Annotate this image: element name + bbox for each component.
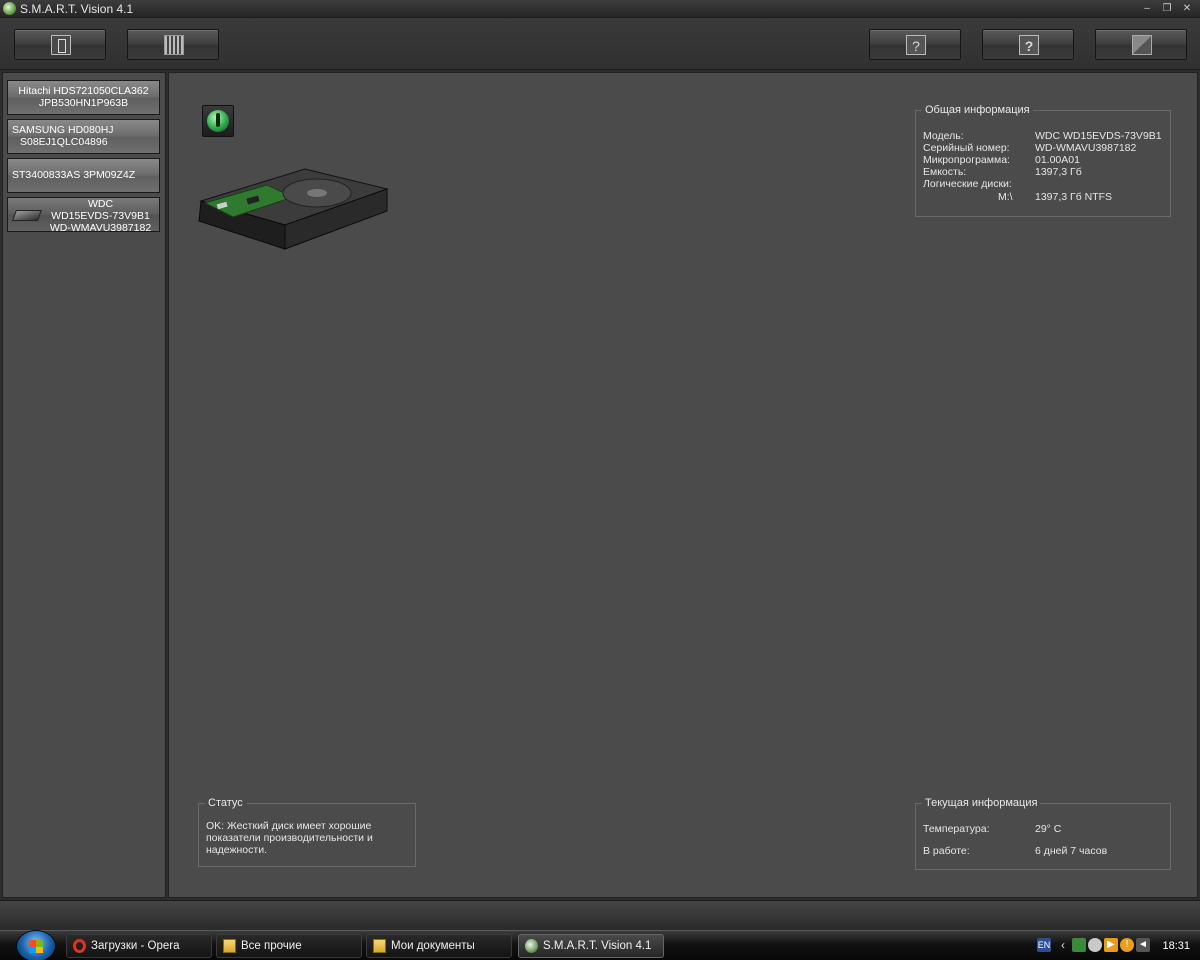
chip-icon (164, 35, 184, 55)
restore-button[interactable]: ❐ (1160, 2, 1174, 15)
uptime-label: В работе: (923, 845, 970, 857)
disk-serial: S08EJ1QLC04896 (20, 136, 108, 148)
task-label: Загрузки - Opera (91, 940, 180, 952)
status-bar (0, 900, 1200, 930)
health-status-icon (202, 105, 234, 137)
task-label: Мои документы (391, 940, 475, 952)
drive-icon (51, 35, 71, 55)
book-help-icon: ? (906, 35, 926, 55)
disk-info-button[interactable] (14, 29, 106, 60)
disk-serial: JPB530HN1P963B (38, 97, 129, 109)
current-info-legend: Текущая информация (925, 797, 1038, 809)
general-info-group: Общая информация Модель: WDC WD15EVDS-73… (915, 104, 1171, 217)
disk-model: SAMSUNG HD080HJ (12, 124, 114, 136)
serial-value: WD-WMAVU3987182 (1035, 142, 1137, 154)
system-tray: EN ‹ ▶ ! ◄ 18:31 (1032, 933, 1200, 959)
logical-drive-value: 1397,3 Гб NTFS (1035, 191, 1113, 203)
disk-model: WD15EVDS-73V9B1 (51, 210, 150, 222)
firmware-label: Микропрограмма: (923, 154, 1010, 166)
folder-icon (223, 939, 236, 953)
clock[interactable]: 18:31 (1162, 940, 1190, 952)
current-info-group: Текущая информация Температура: 29° C В … (915, 797, 1171, 870)
model-value: WDC WD15EVDS-73V9B1 (1035, 130, 1162, 142)
task-label: S.M.A.R.T. Vision 4.1 (543, 940, 652, 952)
toolbar: ? ? (0, 18, 1200, 70)
uptime-value: 6 дней 7 часов (1035, 845, 1108, 857)
smart-attributes-button[interactable] (127, 29, 219, 60)
settings-tray-icon[interactable] (1088, 938, 1102, 952)
disk-item[interactable]: ST3400833AS 3PM09Z4Z (7, 158, 160, 193)
volume-icon[interactable]: ◄ (1136, 938, 1150, 952)
folder-icon (373, 939, 386, 953)
minimize-button[interactable]: ‒ (1140, 2, 1154, 15)
capacity-value: 1397,3 Гб (1035, 166, 1082, 178)
serial-label: Серийный номер: (923, 142, 1010, 154)
media-player-icon[interactable]: ▶ (1104, 938, 1118, 952)
model-label: Модель: (923, 130, 964, 142)
taskbar-item-folder[interactable]: Все прочие (216, 934, 362, 958)
disk-model: Hitachi HDS721050CLA362 (18, 85, 149, 97)
taskbar: Загрузки - Opera Все прочие Мои документ… (0, 930, 1200, 960)
temperature-label: Температура: (923, 823, 990, 835)
disk-serial: WD-WMAVU3987182 (49, 222, 152, 232)
question-icon: ? (1019, 35, 1039, 55)
capacity-label: Емкость: (923, 166, 967, 178)
tray-expand-icon[interactable]: ‹ (1056, 938, 1070, 952)
exit-icon (1132, 35, 1152, 55)
disk-item-selected[interactable]: WDC WD15EVDS-73V9B1 WD-WMAVU3987182 (7, 197, 160, 232)
temperature-value: 29° C (1035, 823, 1062, 835)
hdd-illustration (198, 168, 389, 250)
disk-vendor: WDC (87, 198, 114, 210)
disk-item[interactable]: Hitachi HDS721050CLA362 JPB530HN1P963B (7, 80, 160, 115)
taskbar-item-smart-vision[interactable]: S.M.A.R.T. Vision 4.1 (518, 934, 664, 958)
manual-button[interactable]: ? (869, 29, 961, 60)
app-icon (3, 2, 16, 15)
opera-icon (73, 939, 86, 953)
smart-vision-icon (525, 939, 538, 953)
status-legend: Статус (208, 797, 243, 809)
disk-model: ST3400833AS 3PM09Z4Z (12, 169, 136, 181)
task-label: Все прочие (241, 940, 302, 952)
windows-logo-icon (29, 940, 43, 953)
help-button[interactable]: ? (982, 29, 1074, 60)
logical-drive-letter: M:\ (998, 191, 1013, 203)
taskbar-item-opera[interactable]: Загрузки - Opera (66, 934, 212, 958)
exit-button[interactable] (1095, 29, 1187, 60)
window-title: S.M.A.R.T. Vision 4.1 (20, 2, 134, 16)
disk-list: Hitachi HDS721050CLA362 JPB530HN1P963B S… (2, 72, 166, 898)
status-group: Статус OK: Жесткий диск имеет хорошие по… (198, 797, 416, 867)
firmware-value: 01.00A01 (1035, 154, 1080, 166)
info-tray-icon[interactable]: ! (1120, 938, 1134, 952)
status-text: OK: Жесткий диск имеет хорошие показател… (206, 820, 373, 856)
close-button[interactable]: ✕ (1180, 2, 1194, 15)
disk-item[interactable]: SAMSUNG HD080HJ S08EJ1QLC04896 (7, 119, 160, 154)
disk-details-panel: Общая информация Модель: WDC WD15EVDS-73… (168, 72, 1198, 898)
title-bar: S.M.A.R.T. Vision 4.1 ‒ ❐ ✕ (0, 0, 1200, 18)
logical-disks-label: Логические диски: (923, 178, 1012, 190)
language-indicator[interactable]: EN (1037, 938, 1051, 952)
network-icon[interactable] (1072, 938, 1086, 952)
general-info-legend: Общая информация (925, 104, 1030, 116)
start-button[interactable] (16, 930, 56, 960)
hdd-thumbnail-icon (11, 210, 43, 221)
taskbar-item-documents[interactable]: Мои документы (366, 934, 512, 958)
